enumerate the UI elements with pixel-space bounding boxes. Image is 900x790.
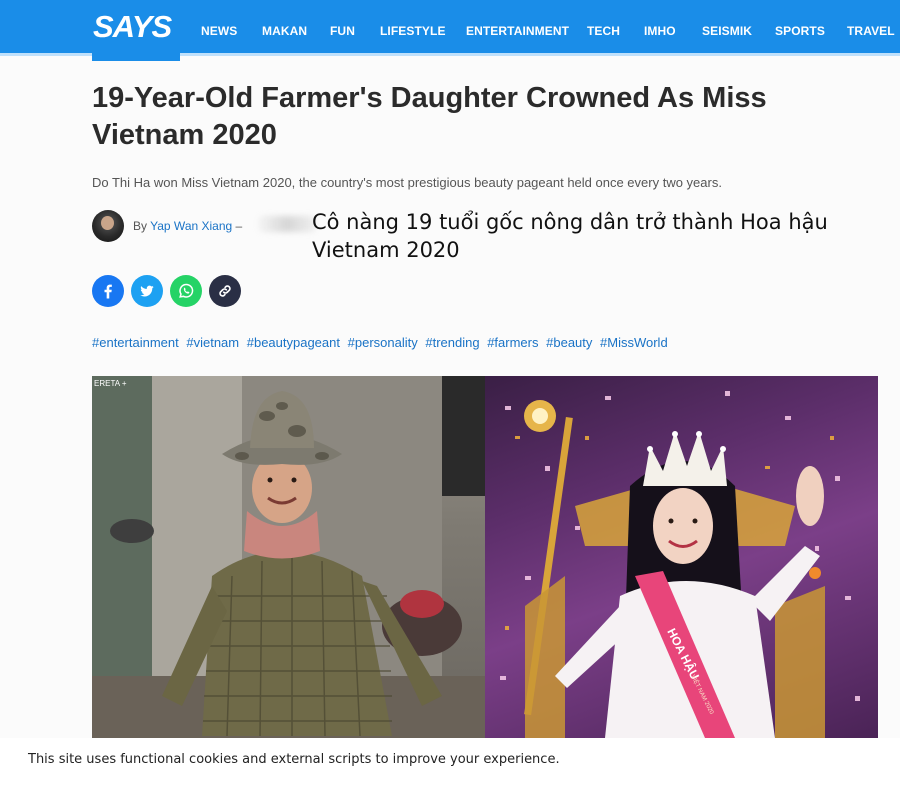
overlay-caption: Cô nàng 19 tuổi gốc nông dân trở thành H… xyxy=(312,210,828,262)
whatsapp-share-button[interactable] xyxy=(170,275,202,307)
nav-item-entertainment[interactable]: ENTERTAINMENT xyxy=(466,24,569,38)
hashtag-link[interactable]: #trending xyxy=(425,335,479,350)
nav-item-makan[interactable]: MAKAN xyxy=(262,24,307,38)
winner-photo-illustration: HOA HẬU VIỆT NAM 2020 xyxy=(500,391,860,738)
blurred-date xyxy=(258,216,316,232)
hashtag-link[interactable]: #MissWorld xyxy=(600,335,668,350)
farmer-photo: ERETA + xyxy=(92,376,485,738)
logo-tab-indicator xyxy=(92,52,180,61)
hashtag-link[interactable]: #beautypageant xyxy=(247,335,340,350)
top-navigation-bar: SAYS NEWS MAKAN FUN LIFESTYLE ENTERTAINM… xyxy=(0,0,900,56)
hashtag-link[interactable]: #beauty xyxy=(546,335,592,350)
hashtag-link[interactable]: #personality xyxy=(348,335,418,350)
photo-watermark: ERETA + xyxy=(94,379,127,388)
nav-item-seismik[interactable]: SEISMIK xyxy=(702,24,752,38)
hashtag-link[interactable]: #farmers xyxy=(487,335,538,350)
farmer-photo-illustration: ERETA + xyxy=(92,376,485,738)
copy-link-button[interactable] xyxy=(209,275,241,307)
byline-dash: – xyxy=(235,219,243,233)
author-link[interactable]: Yap Wan Xiang xyxy=(150,219,232,233)
article-title: 19-Year-Old Farmer's Daughter Crowned As… xyxy=(92,82,767,151)
nav-item-sports[interactable]: SPORTS xyxy=(775,24,825,38)
author-avatar[interactable] xyxy=(92,210,124,242)
cookie-notice-bar: This site uses functional cookies and ex… xyxy=(0,738,900,790)
twitter-share-button[interactable] xyxy=(131,275,163,307)
winner-photo: HOA HẬU VIỆT NAM 2020 xyxy=(485,376,878,738)
cookie-notice-text: This site uses functional cookies and ex… xyxy=(28,752,560,767)
nav-item-imho[interactable]: IMHO xyxy=(644,24,676,38)
nav-item-news[interactable]: NEWS xyxy=(201,24,237,38)
says-logo[interactable]: SAYS xyxy=(93,9,172,45)
hashtag-list: #entertainment #vietnam #beautypageant #… xyxy=(92,335,852,350)
facebook-icon xyxy=(104,284,112,299)
byline: By Yap Wan Xiang – xyxy=(133,219,242,233)
twitter-icon xyxy=(140,285,154,297)
link-icon xyxy=(219,285,231,297)
nav-item-travel[interactable]: TRAVEL xyxy=(847,24,895,38)
nav-item-tech[interactable]: TECH xyxy=(587,24,620,38)
hashtag-link[interactable]: #vietnam xyxy=(186,335,239,350)
nav-item-fun[interactable]: FUN xyxy=(330,24,355,38)
article-subtitle: Do Thi Ha won Miss Vietnam 2020, the cou… xyxy=(92,175,722,190)
hashtag-link[interactable]: #entertainment xyxy=(92,335,179,350)
byline-prefix: By xyxy=(133,219,148,233)
facebook-share-button[interactable] xyxy=(92,275,124,307)
whatsapp-icon xyxy=(179,283,194,298)
nav-item-lifestyle[interactable]: LIFESTYLE xyxy=(380,24,446,38)
